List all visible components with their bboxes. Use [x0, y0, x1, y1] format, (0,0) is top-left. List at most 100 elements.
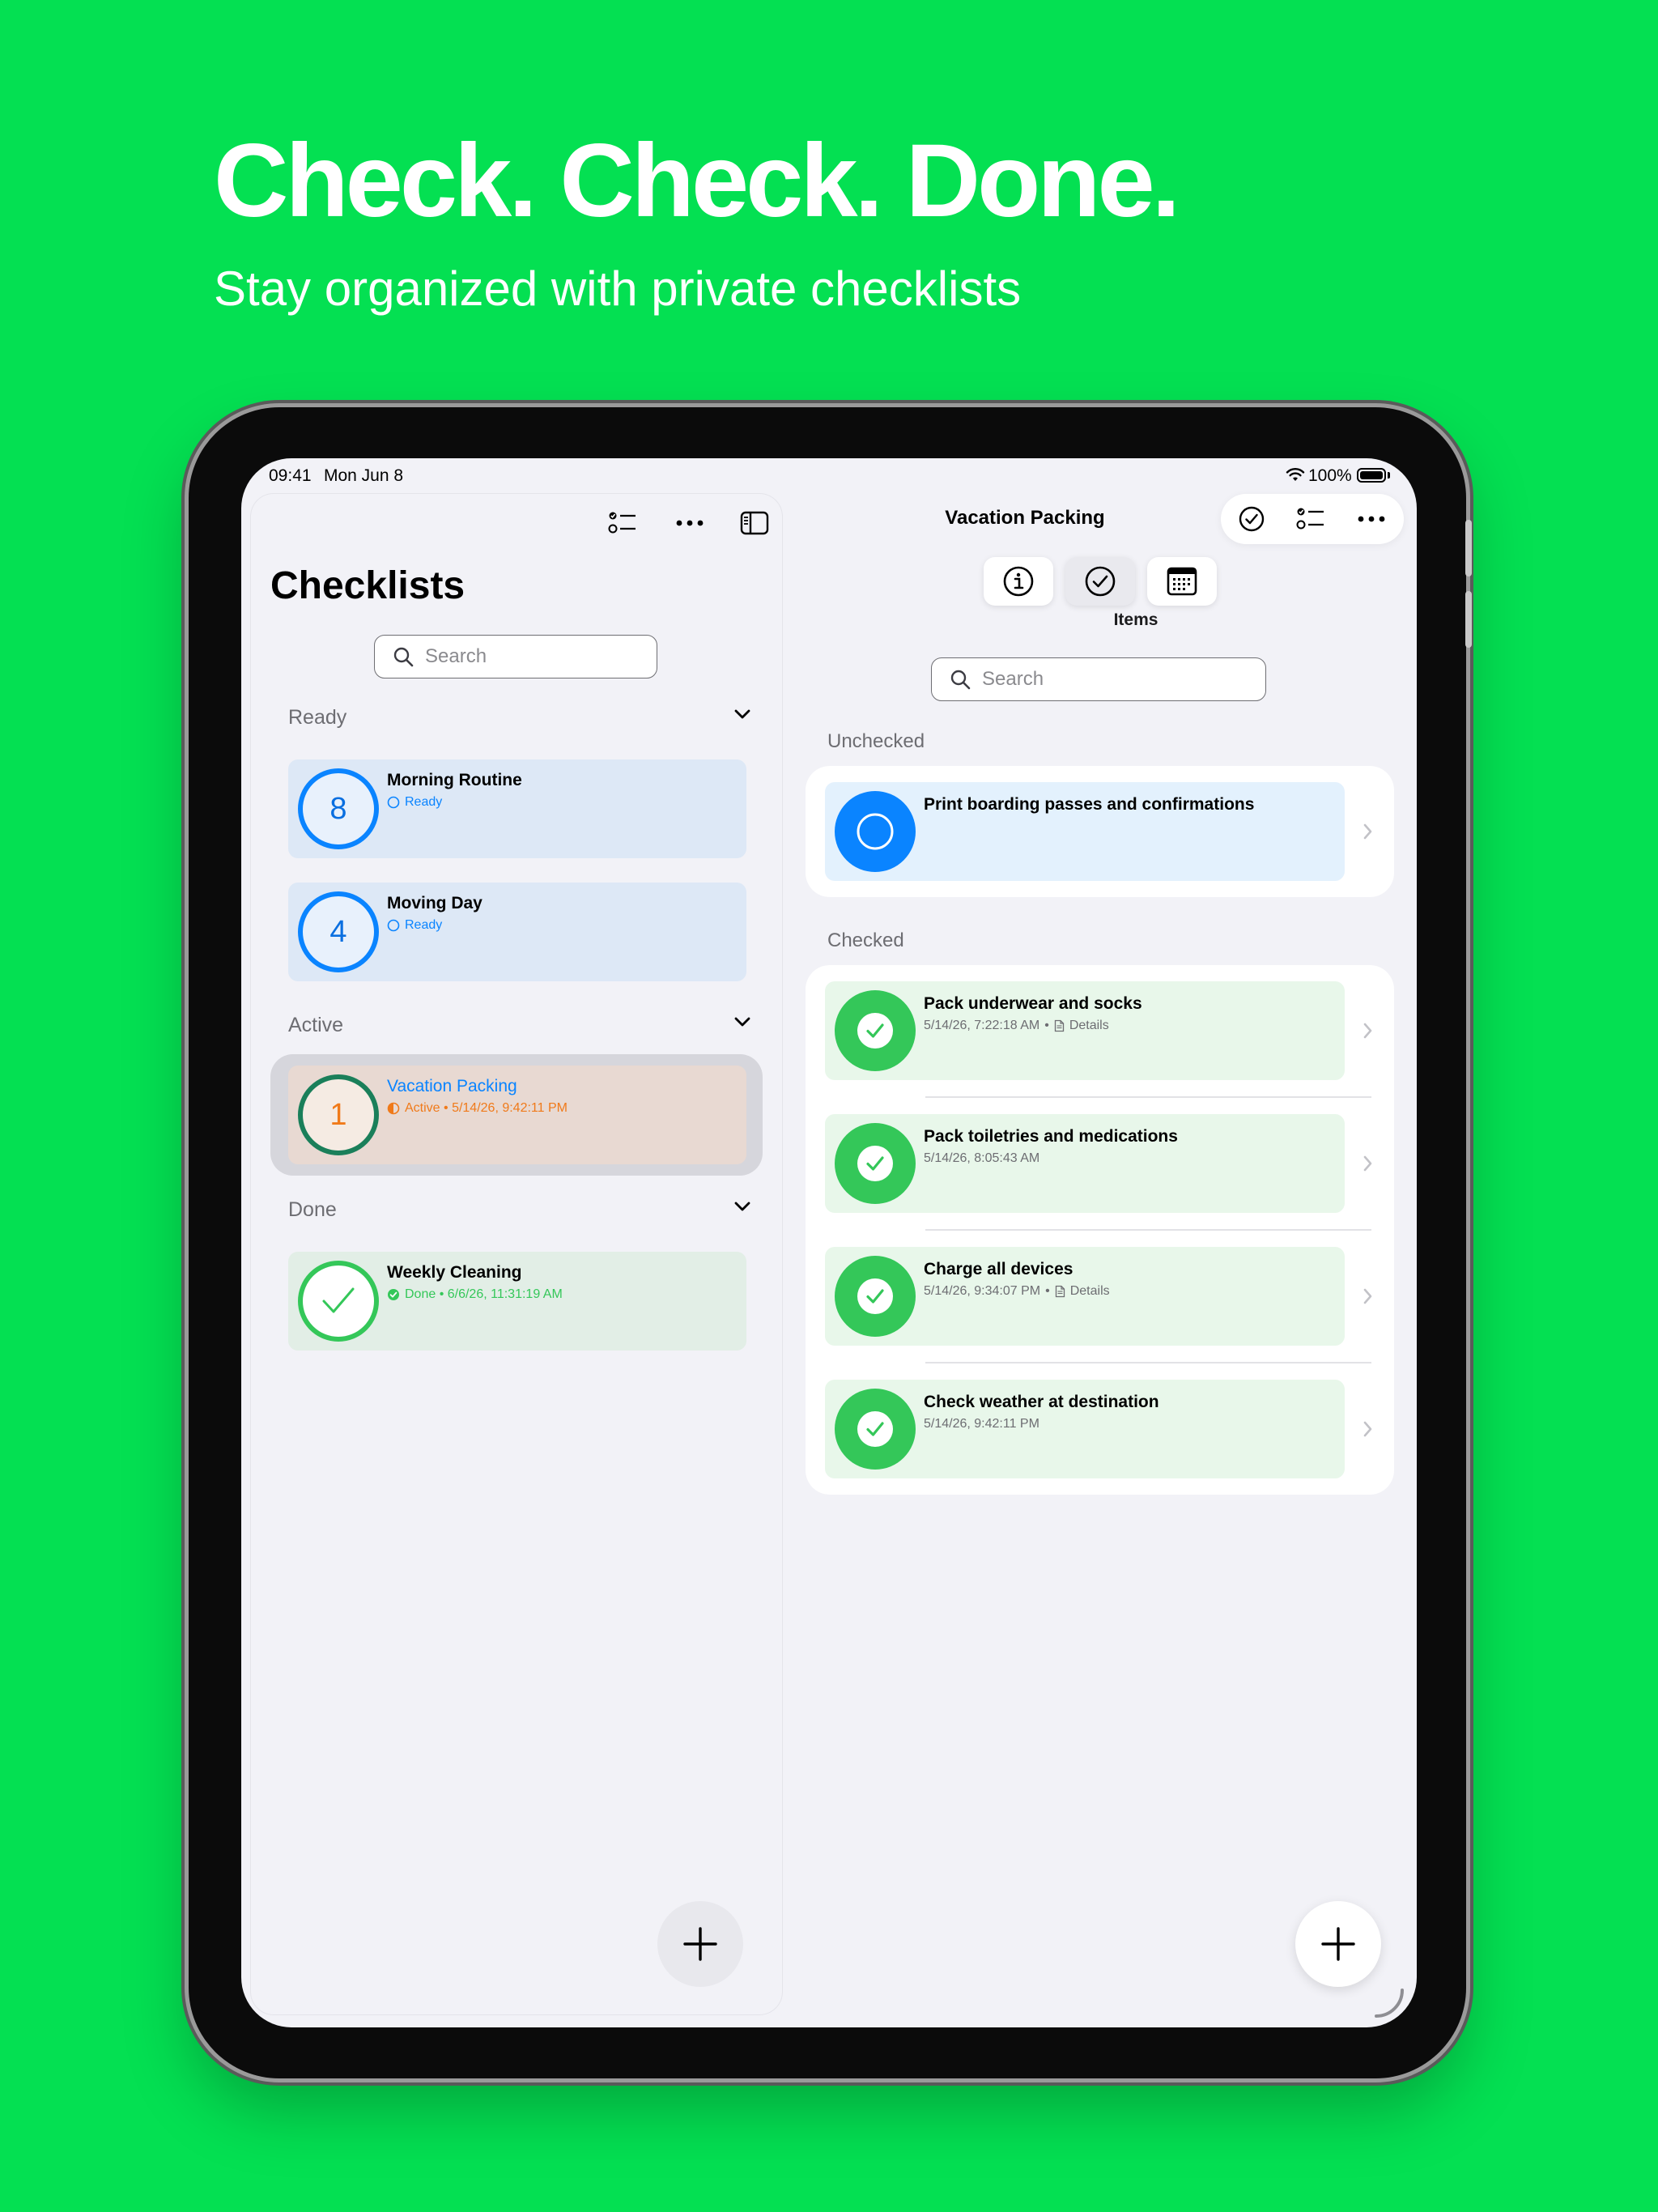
info-icon	[1003, 566, 1034, 597]
segment-calendar[interactable]	[1147, 557, 1217, 606]
sidebar-toggle-icon[interactable]	[733, 502, 776, 544]
detail-toolbar	[1221, 494, 1404, 544]
battery-cap	[1388, 472, 1390, 479]
separator-dot: •	[1045, 1284, 1050, 1298]
item-row-checked[interactable]: Check weather at destination 5/14/26, 9:…	[825, 1380, 1345, 1478]
device-volume-down	[1465, 591, 1472, 648]
checklist-count-ring: 8	[298, 768, 379, 849]
document-icon	[1054, 1019, 1064, 1032]
battery-icon	[1357, 468, 1386, 483]
item-title: Charge all devices	[924, 1260, 1073, 1278]
ready-status-icon	[387, 796, 400, 809]
search-placeholder: Search	[425, 645, 487, 667]
item-timestamp: 5/14/26, 9:34:07 PM	[924, 1284, 1041, 1298]
sidebar-toolbar	[251, 502, 782, 551]
checkmark-icon	[322, 1287, 355, 1313]
item-toggle-checked[interactable]	[835, 1256, 916, 1337]
status-date: Mon Jun 8	[324, 466, 404, 485]
checklist-done-ring	[298, 1261, 379, 1342]
sidebar-search-input[interactable]: Search	[374, 635, 657, 678]
detail-title: Vacation Packing	[945, 507, 1105, 529]
checklist-count-ring: 1	[298, 1074, 379, 1155]
checklist-item-moving-day[interactable]: 4 Moving Day Ready	[288, 883, 746, 981]
select-items-icon[interactable]	[1290, 498, 1333, 540]
resize-handle-icon[interactable]	[1373, 1987, 1405, 2019]
checklist-item-weekly-cleaning[interactable]: Weekly Cleaning Done • 6/6/26, 11:31:19 …	[288, 1252, 746, 1351]
checklist-status-text: Done • 6/6/26, 11:31:19 AM	[405, 1287, 563, 1301]
section-header-ready[interactable]: Ready	[288, 701, 751, 734]
checklist-count: 4	[329, 914, 347, 949]
complete-checklist-icon[interactable]	[1231, 498, 1273, 540]
section-label: Ready	[288, 706, 347, 729]
unchecked-section-label: Unchecked	[827, 730, 925, 752]
checklist-count: 8	[329, 791, 347, 826]
item-details-label: Details	[1069, 1284, 1110, 1298]
item-row-checked[interactable]: Pack underwear and socks 5/14/26, 7:22:1…	[825, 981, 1345, 1080]
search-icon	[393, 647, 414, 667]
status-bar: 09:41 Mon Jun 8 100%	[241, 458, 1417, 494]
item-row-unchecked[interactable]: Print boarding passes and confirmations	[825, 782, 1345, 881]
detail-search-input[interactable]: Search	[931, 657, 1266, 701]
item-meta: 5/14/26, 9:34:07 PM • Details	[924, 1284, 1110, 1299]
item-toggle-checked[interactable]	[835, 1389, 916, 1470]
item-timestamp: 5/14/26, 7:22:18 AM	[924, 1019, 1040, 1032]
calendar-icon	[1167, 567, 1197, 596]
checkmark-circle-icon	[1085, 566, 1116, 597]
add-item-button[interactable]	[1295, 1901, 1381, 1987]
select-items-icon[interactable]	[602, 502, 644, 544]
section-header-done[interactable]: Done	[288, 1193, 751, 1226]
checklist-status-text: Ready	[405, 918, 443, 932]
done-status-icon	[388, 1289, 399, 1300]
ipad-screen: 09:41 Mon Jun 8 100% Checklists Search R…	[241, 458, 1417, 2027]
item-meta: 5/14/26, 7:22:18 AM • Details	[924, 1019, 1109, 1033]
item-details-label: Details	[1069, 1019, 1109, 1032]
unchecked-group: Print boarding passes and confirmations	[806, 766, 1394, 897]
chevron-down-icon	[734, 709, 750, 719]
battery-percentage: 100%	[1308, 466, 1352, 485]
checklist-name: Weekly Cleaning	[387, 1263, 522, 1282]
item-meta: 5/14/26, 9:42:11 PM	[924, 1417, 1039, 1431]
plus-icon	[683, 1927, 717, 1961]
item-title: Check weather at destination	[924, 1393, 1159, 1411]
checklist-item-vacation-packing[interactable]: 1 Vacation Packing Active • 5/14/26, 9:4…	[288, 1066, 746, 1164]
ready-status-icon	[387, 919, 400, 932]
add-checklist-button[interactable]	[657, 1901, 743, 1987]
status-time: 09:41	[269, 466, 312, 485]
row-divider	[925, 1362, 1371, 1363]
item-toggle-checked[interactable]	[835, 990, 916, 1071]
marketing-subheadline: Stay organized with private checklists	[214, 262, 1022, 316]
item-row-checked[interactable]: Pack toiletries and medications 5/14/26,…	[825, 1114, 1345, 1213]
item-title: Pack underwear and socks	[924, 994, 1142, 1013]
checklist-item-morning-routine[interactable]: 8 Morning Routine Ready	[288, 759, 746, 858]
checklist-status: Active • 5/14/26, 9:42:11 PM	[387, 1101, 568, 1116]
segment-items[interactable]	[1065, 557, 1135, 606]
page-title: Checklists	[270, 564, 466, 607]
more-icon[interactable]	[669, 502, 711, 544]
empty-circle-icon	[857, 813, 894, 850]
more-icon[interactable]	[1350, 498, 1392, 540]
chevron-down-icon	[734, 1017, 750, 1027]
item-title: Print boarding passes and confirmations	[924, 795, 1255, 814]
wifi-icon	[1286, 468, 1305, 487]
row-divider	[925, 1096, 1371, 1098]
section-header-active[interactable]: Active	[288, 1009, 751, 1041]
segment-info[interactable]	[984, 557, 1053, 606]
section-label: Done	[288, 1198, 337, 1221]
item-timestamp: 5/14/26, 9:42:11 PM	[924, 1417, 1039, 1431]
sidebar: Checklists Search Ready 8 Morning Routin…	[251, 494, 782, 2014]
item-row-checked[interactable]: Charge all devices 5/14/26, 9:34:07 PM •…	[825, 1247, 1345, 1346]
checklist-status: Done • 6/6/26, 11:31:19 AM	[387, 1287, 563, 1302]
search-icon	[950, 670, 971, 690]
item-toggle-unchecked[interactable]	[835, 791, 916, 872]
item-meta: 5/14/26, 8:05:43 AM	[924, 1151, 1039, 1166]
plus-icon	[1321, 1927, 1355, 1961]
checklist-name: Vacation Packing	[387, 1077, 517, 1095]
document-icon	[1055, 1285, 1065, 1298]
chevron-right-icon	[1363, 823, 1372, 840]
chevron-right-icon	[1363, 1288, 1372, 1304]
checklist-status: Ready	[387, 795, 442, 810]
checked-section-label: Checked	[827, 929, 904, 951]
checklist-status: Ready	[387, 918, 442, 933]
item-toggle-checked[interactable]	[835, 1123, 916, 1204]
chevron-right-icon	[1363, 1421, 1372, 1437]
